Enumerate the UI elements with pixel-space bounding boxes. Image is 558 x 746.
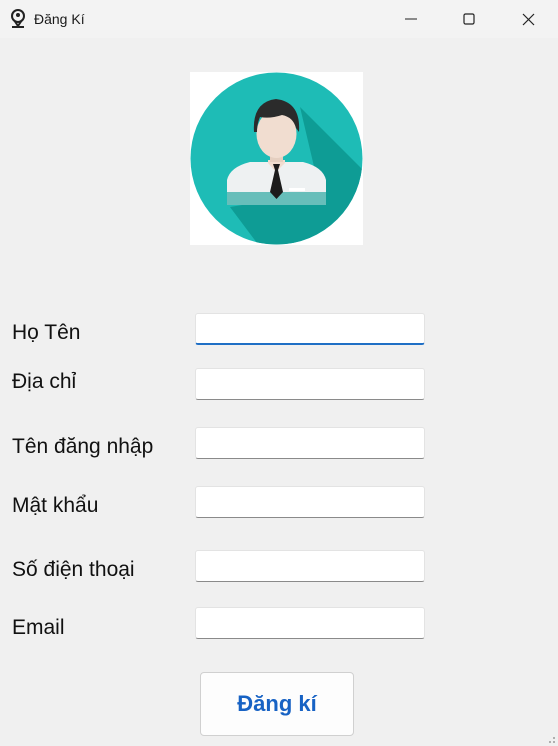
maximize-icon <box>463 13 475 25</box>
label-username: Tên đăng nhập <box>12 435 154 458</box>
close-icon <box>522 13 534 25</box>
pin-user-icon <box>11 9 25 28</box>
email-input[interactable] <box>195 607 425 639</box>
address-input[interactable] <box>195 368 425 400</box>
user-avatar-icon <box>190 72 363 245</box>
phone-input[interactable] <box>195 550 425 582</box>
label-phone: Số điện thoại <box>12 558 135 581</box>
title-bar: Đăng Kí <box>0 0 558 38</box>
label-address: Địa chỉ <box>12 370 77 393</box>
maximize-button[interactable] <box>440 0 498 38</box>
minimize-icon <box>405 18 417 20</box>
username-input[interactable] <box>195 427 425 459</box>
window-title: Đăng Kí <box>34 11 85 27</box>
label-email: Email <box>12 616 65 639</box>
label-full-name: Họ Tên <box>12 321 81 344</box>
label-password: Mật khẩu <box>12 494 99 517</box>
avatar-image <box>190 72 363 245</box>
close-button[interactable] <box>499 0 557 38</box>
resize-grip-icon[interactable] <box>546 734 556 744</box>
minimize-button[interactable] <box>382 0 440 38</box>
register-button[interactable]: Đăng kí <box>200 672 354 736</box>
password-input[interactable] <box>195 486 425 518</box>
full-name-input[interactable] <box>195 313 425 345</box>
